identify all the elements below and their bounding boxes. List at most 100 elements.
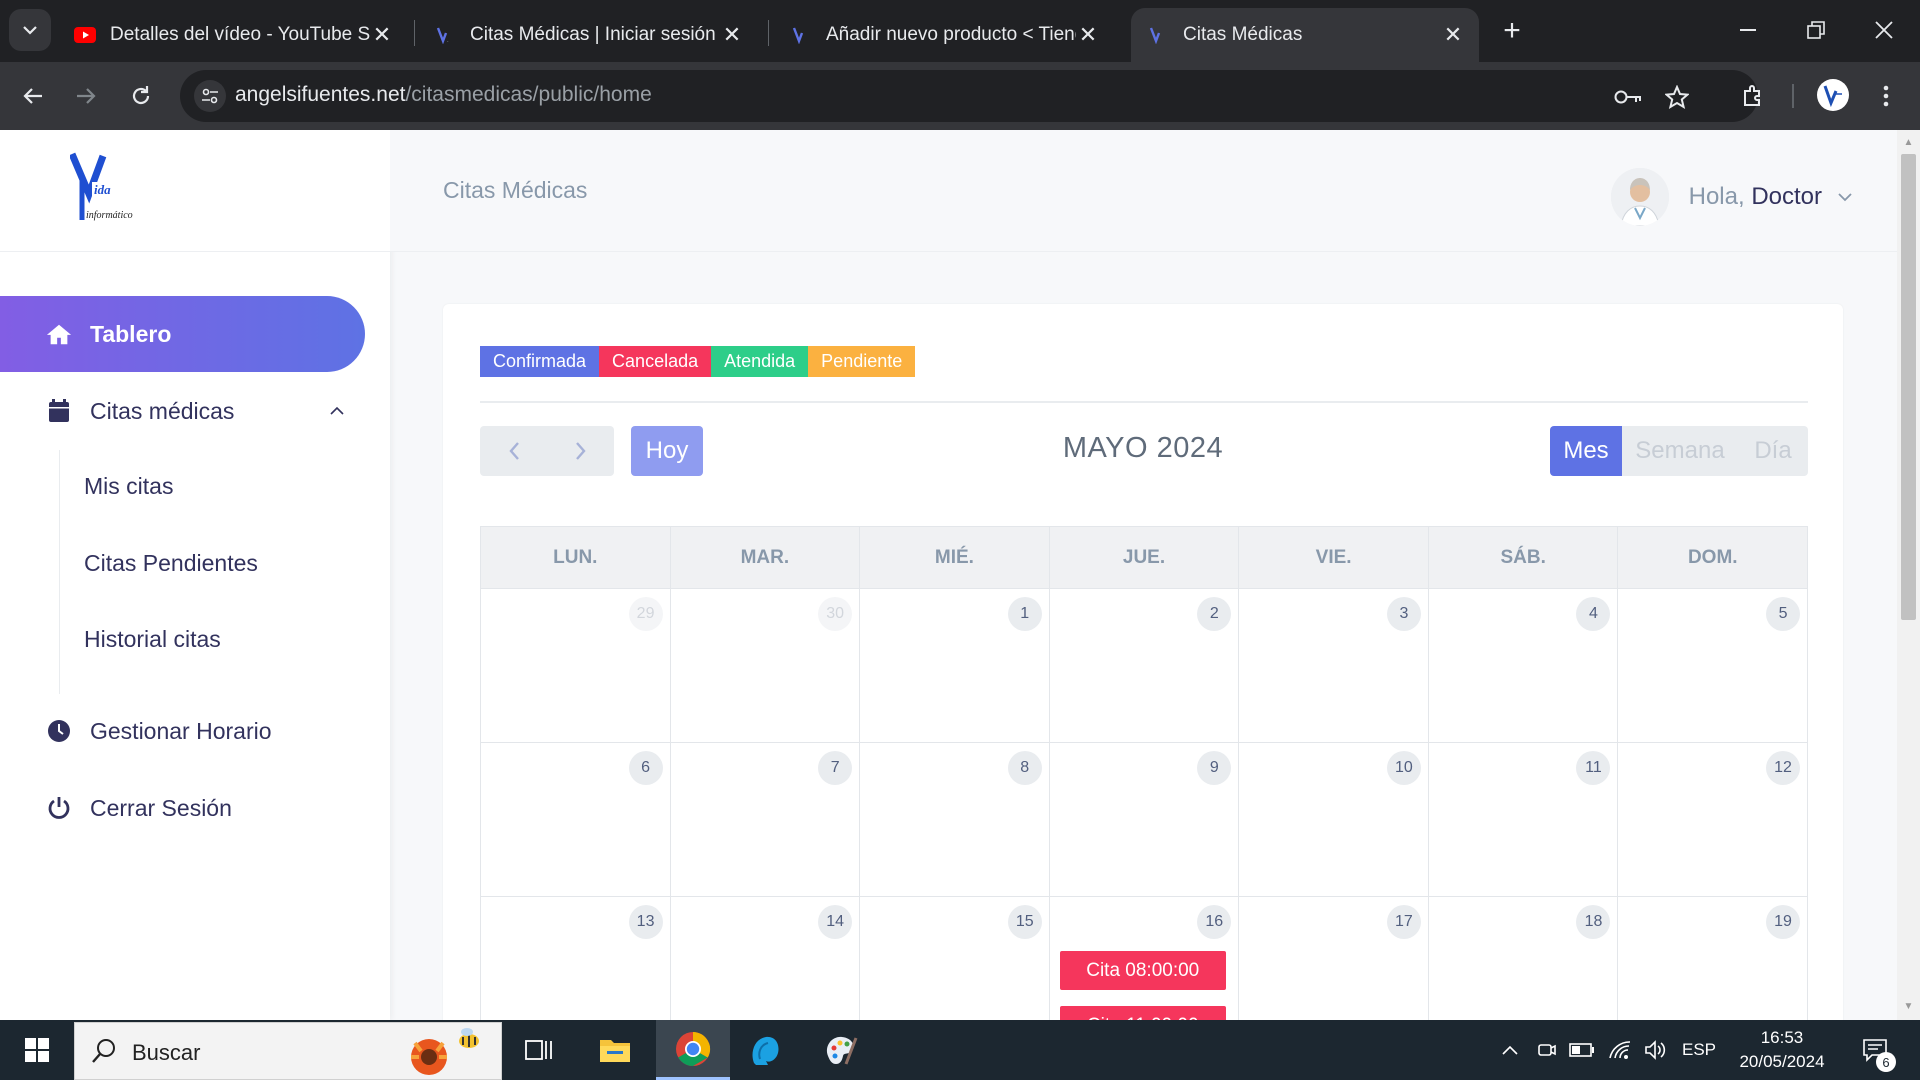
- new-tab-button[interactable]: +: [1495, 14, 1529, 48]
- reload-button[interactable]: [121, 76, 161, 116]
- tab-product[interactable]: Añadir nuevo producto < Tiend ✕: [774, 8, 1114, 62]
- url-host: angelsifuentes.net: [235, 83, 406, 106]
- calendar-day[interactable]: 7: [671, 743, 861, 896]
- calendar-day[interactable]: 3: [1239, 589, 1429, 742]
- sidebar-item-citas-medicas[interactable]: Citas médicas: [0, 373, 365, 449]
- wifi-icon[interactable]: [1604, 1020, 1636, 1080]
- sidebar-item-cerrar-sesion[interactable]: Cerrar Sesión: [0, 770, 365, 846]
- battery-icon[interactable]: [1566, 1020, 1598, 1080]
- calendar-day[interactable]: 9: [1050, 743, 1240, 896]
- back-button[interactable]: [13, 76, 53, 116]
- submenu-citas-pendientes[interactable]: Citas Pendientes: [84, 550, 258, 577]
- scroll-up-arrow-icon[interactable]: ▲: [1903, 138, 1914, 148]
- tab-title: Citas Médicas | Iniciar sesión: [470, 24, 716, 45]
- app-taskbar-button[interactable]: [728, 1020, 802, 1080]
- task-view-button[interactable]: [502, 1020, 576, 1080]
- calendar-day[interactable]: 17: [1239, 897, 1429, 1020]
- calendar-day[interactable]: 5: [1618, 589, 1807, 742]
- chevron-up-icon: [330, 406, 344, 415]
- calendar-day[interactable]: 1: [860, 589, 1050, 742]
- tab-citas-active[interactable]: Citas Médicas ✕: [1131, 8, 1479, 62]
- vida-logo[interactable]: ida informático: [70, 152, 152, 224]
- page-scrollbar[interactable]: ▲ ▼: [1897, 130, 1920, 1020]
- chrome-taskbar-button[interactable]: [656, 1020, 730, 1080]
- svg-text:.: .: [447, 38, 449, 44]
- calendar-day[interactable]: 18: [1429, 897, 1619, 1020]
- calendar-day[interactable]: 10: [1239, 743, 1429, 896]
- calendar-day[interactable]: 29: [481, 589, 671, 742]
- calendar-card: Confirmada Cancelada Atendida Pendiente …: [443, 304, 1843, 1020]
- view-day-button[interactable]: Día: [1738, 426, 1808, 476]
- weekday-header: LUN. MAR. MIÉ. JUE. VIE. SÁB. DOM.: [481, 527, 1807, 589]
- calendar-week: 29 30 1 2 3 4 5: [481, 589, 1807, 743]
- forward-button[interactable]: [66, 76, 106, 116]
- tab-login[interactable]: . Citas Médicas | Iniciar sesión ✕: [418, 8, 758, 62]
- submenu-historial-citas[interactable]: Historial citas: [84, 626, 221, 653]
- calendar-day[interactable]: 12: [1618, 743, 1807, 896]
- appointment-event[interactable]: Cita 11:00:00: [1059, 1006, 1226, 1020]
- calendar-day[interactable]: 6: [481, 743, 671, 896]
- calendar-day[interactable]: 30: [671, 589, 861, 742]
- calendar-day[interactable]: 11: [1429, 743, 1619, 896]
- calendar-day[interactable]: 16 Cita 08:00:00 Cita 11:00:00: [1050, 897, 1240, 1020]
- calendar-day[interactable]: 2: [1050, 589, 1240, 742]
- view-month-button[interactable]: Mes: [1550, 426, 1622, 476]
- site-settings-icon[interactable]: [194, 80, 226, 112]
- close-tab-icon[interactable]: ✕: [370, 22, 394, 47]
- paint-taskbar-button[interactable]: [804, 1020, 878, 1080]
- system-clock[interactable]: 16:53 20/05/2024: [1730, 1026, 1834, 1074]
- day-number: 11: [1576, 751, 1611, 785]
- show-hidden-icons[interactable]: [1498, 1020, 1522, 1080]
- legend-confirmada: Confirmada: [480, 346, 600, 377]
- day-number: 30: [818, 597, 853, 631]
- close-tab-icon[interactable]: ✕: [1441, 22, 1465, 47]
- file-explorer-button[interactable]: [578, 1020, 652, 1080]
- svg-text:informático: informático: [86, 210, 133, 221]
- view-week-button[interactable]: Semana: [1622, 426, 1738, 476]
- volume-icon[interactable]: [1640, 1020, 1672, 1080]
- profile-avatar[interactable]: [1817, 79, 1849, 111]
- sidebar-item-gestionar-horario[interactable]: Gestionar Horario: [0, 693, 365, 769]
- calendar-day[interactable]: 13: [481, 897, 671, 1020]
- close-window-button[interactable]: [1856, 10, 1912, 50]
- user-menu[interactable]: Hola, Doctor: [1610, 168, 1854, 226]
- tab-youtube[interactable]: Detalles del vídeo - YouTube Stu ✕: [58, 8, 408, 62]
- calendar-day[interactable]: 19: [1618, 897, 1807, 1020]
- key-icon[interactable]: [1613, 82, 1643, 112]
- search-icon: [92, 1039, 115, 1063]
- submenu-line: [59, 450, 60, 694]
- url-path: /citasmedicas/public/home: [405, 83, 652, 106]
- close-tab-icon[interactable]: ✕: [1076, 22, 1100, 47]
- menu-icon[interactable]: [1868, 78, 1904, 114]
- clock-icon: [46, 718, 72, 744]
- day-number: 4: [1576, 597, 1611, 631]
- tab-search-button[interactable]: [9, 9, 51, 51]
- minimize-button[interactable]: [1720, 10, 1776, 50]
- submenu-mis-citas[interactable]: Mis citas: [84, 473, 173, 500]
- sidebar-item-tablero[interactable]: Tablero: [0, 296, 365, 372]
- legend-cancelada: Cancelada: [599, 346, 712, 377]
- palette-icon: [826, 1036, 858, 1065]
- taskbar-search[interactable]: Buscar: [74, 1022, 502, 1080]
- address-bar[interactable]: angelsifuentes.net/citasmedicas/public/h…: [180, 70, 1758, 122]
- toolbar-divider: [1792, 84, 1794, 108]
- start-button[interactable]: [0, 1020, 74, 1080]
- weekday-label: MIÉ.: [860, 527, 1050, 588]
- calendar-day[interactable]: 8: [860, 743, 1050, 896]
- extensions-icon[interactable]: [1735, 78, 1771, 114]
- day-number: 1: [1007, 597, 1042, 631]
- page-brand-title[interactable]: Citas Médicas: [443, 177, 587, 204]
- scroll-thumb[interactable]: [1901, 154, 1916, 620]
- calendar-day[interactable]: 4: [1429, 589, 1619, 742]
- appointment-event[interactable]: Cita 08:00:00: [1059, 951, 1226, 990]
- language-indicator[interactable]: ESP: [1676, 1020, 1722, 1080]
- meet-now-icon[interactable]: [1532, 1020, 1560, 1080]
- calendar-day[interactable]: 14: [671, 897, 861, 1020]
- notifications-button[interactable]: 6: [1850, 1020, 1900, 1080]
- scroll-down-arrow-icon[interactable]: ▼: [1903, 1002, 1914, 1012]
- calendar-day[interactable]: 15: [860, 897, 1050, 1020]
- view-switcher: Mes Semana Día: [1550, 426, 1808, 476]
- bookmark-star-icon[interactable]: [1662, 82, 1692, 112]
- close-tab-icon[interactable]: ✕: [720, 22, 744, 47]
- restore-button[interactable]: [1788, 10, 1844, 50]
